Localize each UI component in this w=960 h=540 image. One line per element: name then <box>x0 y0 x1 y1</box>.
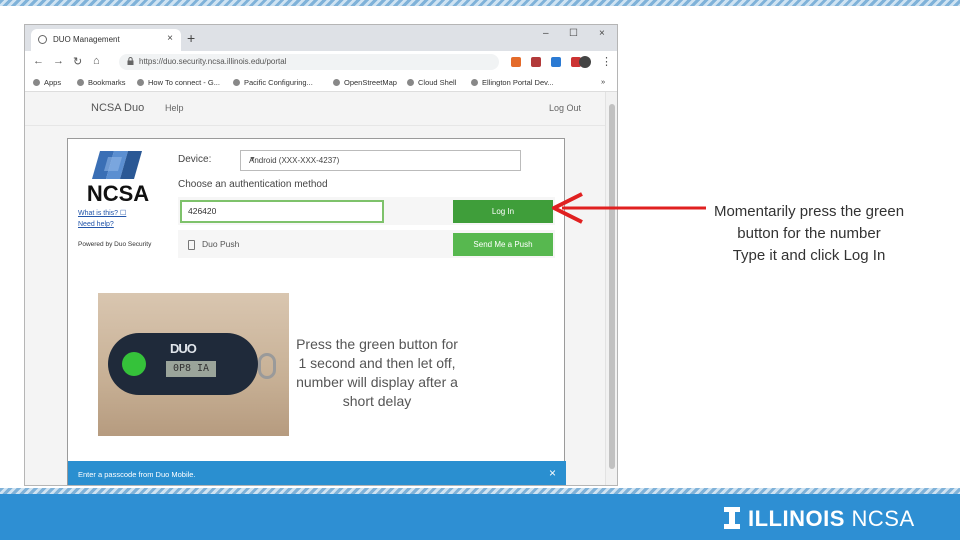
browser-window: DUO Management × + – ☐ × ← → ↻ ⌂ https:/… <box>24 24 618 486</box>
token-display: 0P8 IA <box>166 361 216 377</box>
browser-toolbar: ← → ↻ ⌂ https://duo.security.ncsa.illino… <box>25 51 617 73</box>
ncsa-logo-text: NCSA <box>87 181 149 205</box>
maximize-button[interactable]: ☐ <box>569 28 578 39</box>
device-select[interactable]: Android (XXX-XXX-4237) ▼ <box>240 150 521 171</box>
token-logo: DUO <box>170 341 197 356</box>
tab-duo-management[interactable]: DUO Management × <box>31 29 181 51</box>
address-bar[interactable]: https://duo.security.ncsa.illinois.edu/p… <box>119 54 499 70</box>
illinois-ncsa-wordmark: ILLINOIS NCSA <box>748 506 915 532</box>
passcode-input[interactable]: 426420 <box>180 200 384 223</box>
page-scrollbar[interactable] <box>605 92 617 485</box>
need-help-link[interactable]: Need help? <box>78 221 114 228</box>
duo-header: NCSA Duo Help Log Out <box>25 92 607 126</box>
bookmark-item[interactable]: Cloud Shell <box>407 78 456 87</box>
tab-bar: DUO Management × + – ☐ × <box>25 25 617 51</box>
duo-push-label: Duo Push <box>202 239 240 249</box>
bookmark-item[interactable]: Apps <box>33 78 61 87</box>
close-icon[interactable]: × <box>549 466 556 480</box>
minimize-button[interactable]: – <box>543 28 549 39</box>
send-push-button[interactable]: Send Me a Push <box>453 233 553 256</box>
bookmark-item[interactable]: Bookmarks <box>77 78 126 87</box>
instruction-callout: Momentarily press the green button for t… <box>713 203 905 264</box>
extension-icon[interactable] <box>531 57 541 67</box>
wordmark-illinois: ILLINOIS <box>748 506 845 531</box>
logout-link[interactable]: Log Out <box>549 103 581 113</box>
token-green-button <box>122 352 146 376</box>
device-label: Device: <box>178 154 212 165</box>
bookmark-item[interactable]: Pacific Configuring... <box>233 78 313 87</box>
menu-kebab-icon[interactable]: ⋮ <box>601 55 612 68</box>
chevron-down-icon: ▼ <box>249 156 256 163</box>
bookmark-item[interactable]: Ellington Portal Dev... <box>471 78 554 87</box>
home-icon[interactable]: ⌂ <box>93 55 100 67</box>
token-photo: DUO 0P8 IA <box>98 293 289 436</box>
tab-close-icon[interactable]: × <box>167 33 173 44</box>
forward-arrow-icon[interactable]: → <box>53 55 64 67</box>
back-arrow-icon[interactable]: ← <box>33 55 44 67</box>
duo-brand[interactable]: NCSA Duo <box>91 102 144 114</box>
illinois-block-i-icon <box>724 507 740 529</box>
close-window-button[interactable]: × <box>599 28 605 39</box>
reload-icon[interactable]: ↻ <box>73 55 82 68</box>
photo-caption: Press the green button for 1 second and … <box>296 336 458 409</box>
bookmark-item[interactable]: OpenStreetMap <box>333 78 397 87</box>
whats-this-link[interactable]: What is this? ☐ <box>78 209 126 217</box>
hardware-token: DUO 0P8 IA <box>108 333 258 395</box>
duo-auth-panel: NCSA What is this? ☐ Need help? Powered … <box>67 138 566 485</box>
powered-by-text: Powered by Duo Security <box>78 241 152 248</box>
auth-method-prompt: Choose an authentication method <box>178 179 328 190</box>
extension-icon[interactable] <box>551 57 561 67</box>
help-link[interactable]: Help <box>165 103 184 113</box>
duo-message-bar: Enter a passcode from Duo Mobile. × <box>68 461 566 485</box>
scrollbar-thumb[interactable] <box>609 104 615 469</box>
bookmark-item[interactable]: How To connect - G... <box>137 78 220 87</box>
wordmark-ncsa: NCSA <box>851 506 915 531</box>
slide: DUO Management × + – ☐ × ← → ↻ ⌂ https:/… <box>0 0 960 540</box>
red-arrow-icon <box>552 192 706 224</box>
duo-message-text: Enter a passcode from Duo Mobile. <box>78 470 196 479</box>
key-ring <box>258 353 276 379</box>
phone-icon <box>188 240 195 250</box>
bookmarks-bar: Apps Bookmarks How To connect - G... Pac… <box>25 73 617 92</box>
extension-icon[interactable] <box>511 57 521 67</box>
duo-portal-page: NCSA Duo Help Log Out NCSA What is this?… <box>25 92 607 485</box>
ncsa-logo-icon: NCSA <box>87 151 149 205</box>
new-tab-button[interactable]: + <box>187 30 195 46</box>
bookmarks-overflow-icon[interactable]: » <box>601 77 605 86</box>
lock-icon <box>127 57 134 65</box>
url-text: https://duo.security.ncsa.illinois.edu/p… <box>139 57 287 66</box>
globe-icon <box>38 35 47 44</box>
login-button[interactable]: Log In <box>453 200 553 223</box>
profile-avatar[interactable] <box>579 56 591 68</box>
top-stripe <box>0 0 960 6</box>
tab-title: DUO Management <box>53 35 120 44</box>
